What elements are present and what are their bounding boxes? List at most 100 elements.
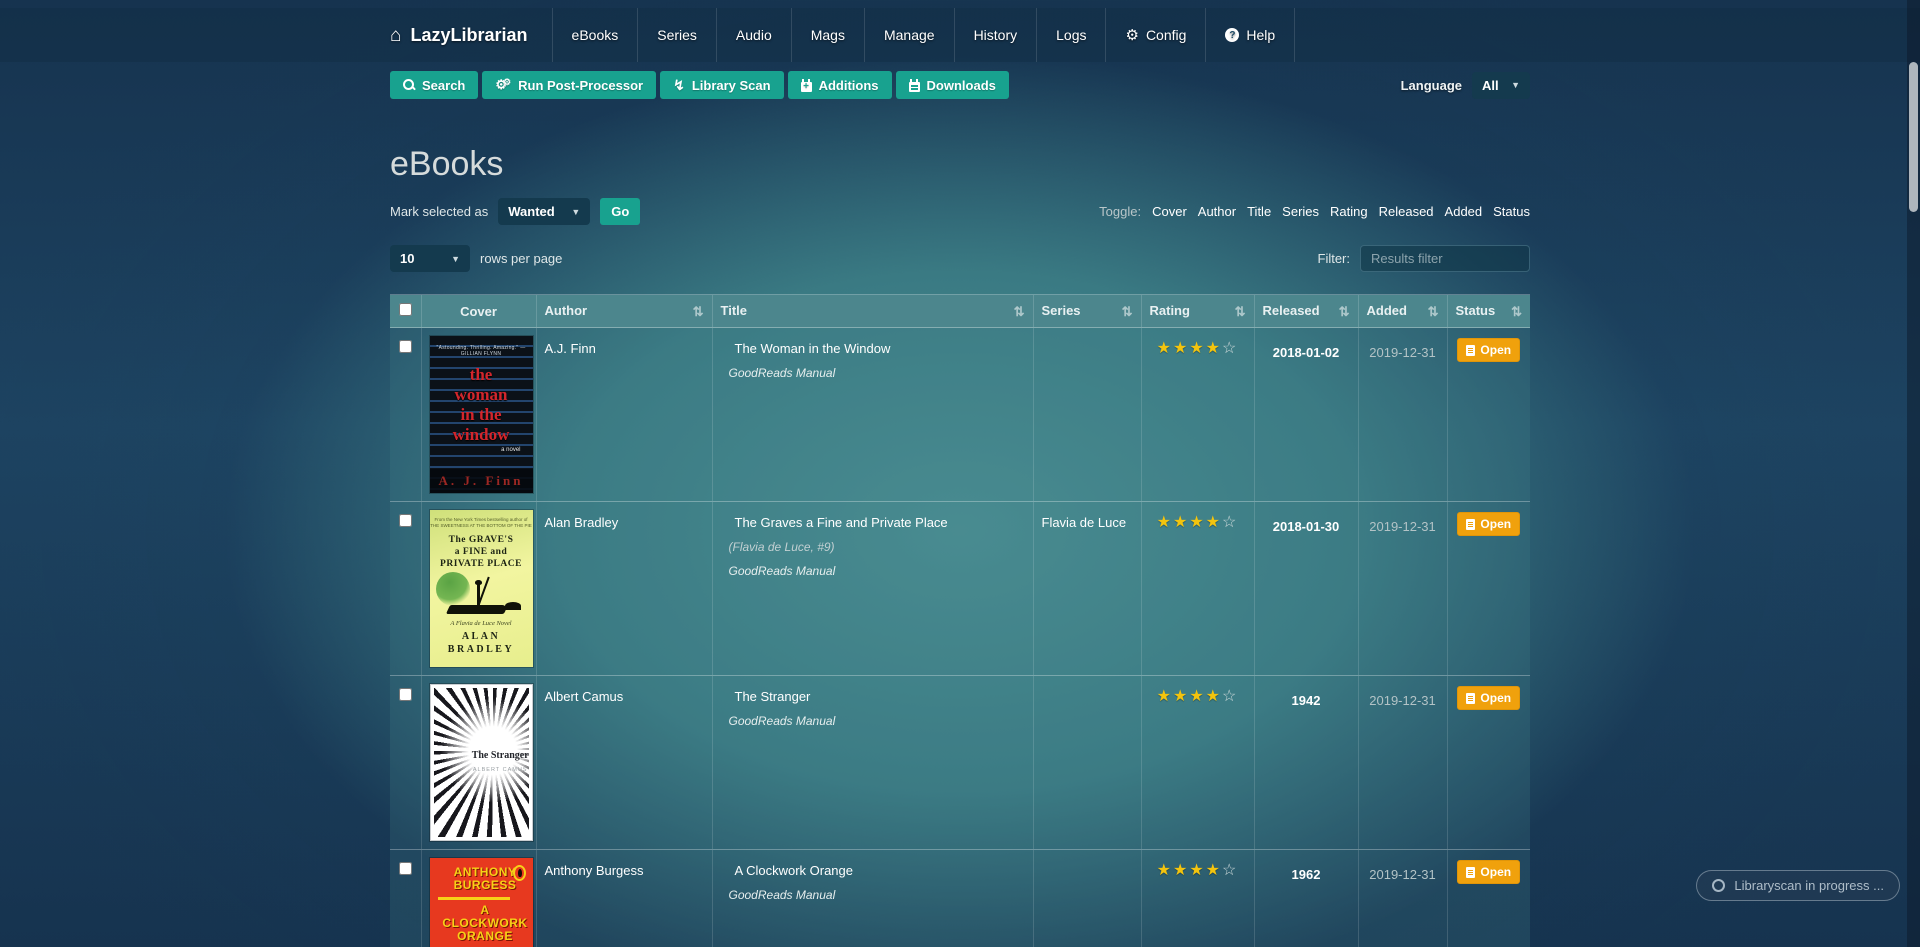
actions-row: Search ⚙⚙ Run Post-Processor ↯ Library S… [390,71,1530,99]
header-added[interactable]: Added ⇅ [1357,294,1447,328]
nav-item-series[interactable]: Series [637,8,716,62]
open-button[interactable]: Open [1457,512,1521,536]
select-all-checkbox[interactable] [398,303,412,316]
row-checkbox[interactable] [398,688,412,701]
nav-item-history[interactable]: History [953,8,1037,62]
cover-tagline: a novel [501,447,521,453]
downloads-button[interactable]: Downloads [895,71,1009,99]
search-button[interactable]: Search [390,71,479,99]
author-link[interactable]: Albert Camus [545,684,704,704]
series-link[interactable] [1042,858,1133,863]
open-button[interactable]: Open [1457,686,1521,710]
header-title[interactable]: Title ⇅ [711,294,1033,328]
sort-icon[interactable]: ⇅ [1235,304,1246,320]
open-button[interactable]: Open [1457,338,1521,362]
header-released[interactable]: Released ⇅ [1253,294,1358,328]
calendar-icon [908,78,920,92]
row-checkbox[interactable] [398,514,412,527]
nav-item-ebooks[interactable]: eBooks [551,8,638,62]
sort-icon[interactable]: ⇅ [1014,304,1025,320]
toggle-released[interactable]: Released [1379,204,1434,219]
released-date: 1942 [1291,693,1321,708]
header-series[interactable]: Series ⇅ [1032,294,1141,328]
results-filter-input[interactable] [1360,245,1530,272]
header-status[interactable]: Status ⇅ [1446,294,1530,328]
title-link[interactable]: The Woman in the Window [735,341,1025,356]
sort-icon[interactable]: ⇅ [1122,304,1133,320]
table-row: From the New York Times bestselling auth… [390,501,1530,676]
language-box: Language All ▼ [1401,71,1530,99]
mark-status-select[interactable]: Wanted ▼ [498,198,591,225]
title-link[interactable]: The Stranger [735,689,1025,704]
released-date: 1962 [1291,867,1321,882]
nav-label: Help [1246,27,1276,43]
home-icon: ⌂ [390,24,402,46]
gear-icon: ⚙ [1125,26,1139,44]
scrollbar[interactable] [1907,0,1920,947]
series-link[interactable] [1042,684,1133,689]
run-post-processor-button[interactable]: ⚙⚙ Run Post-Processor [482,71,657,99]
toggle-rating[interactable]: Rating [1330,204,1368,219]
chevron-down-icon: ▼ [571,206,581,217]
header-released-label: Released [1262,302,1320,318]
language-value: All [1482,77,1499,93]
toggle-series[interactable]: Series [1282,204,1319,219]
nav-item-manage[interactable]: Manage [863,8,954,62]
table-header-row: Cover Author ⇅ Title ⇅ Series ⇅ Rating ⇅ Rel… [390,294,1530,328]
header-rating[interactable]: Rating ⇅ [1140,294,1254,328]
nav-label: History [973,27,1018,43]
book-cover[interactable]: "Astounding. Thrilling. Amazing." —GILLI… [429,336,533,493]
title-link[interactable]: A Clockwork Orange [735,863,1025,878]
page-size-select[interactable]: 10 ▼ [390,245,470,272]
author-link[interactable]: A.J. Finn [545,336,704,356]
author-link[interactable]: Alan Bradley [545,510,704,530]
toggle-author[interactable]: Author [1198,204,1236,219]
downloads-label: Downloads [926,77,996,93]
go-button[interactable]: Go [600,198,641,225]
header-author[interactable]: Author ⇅ [535,294,712,328]
nav-item-mags[interactable]: Mags [790,8,864,62]
toggle-status[interactable]: Status [1493,204,1530,219]
series-link[interactable]: Flavia de Luce [1042,510,1133,530]
cover-quote: THE SWEETNESS AT THE BOTTOM OF THE PIE [430,523,532,528]
nav-item-logs[interactable]: Logs [1036,8,1105,62]
table-row: The Stranger ALBERT CAMUS Albert Camus T… [390,675,1530,850]
title-link[interactable]: The Graves a Fine and Private Place [735,515,1025,530]
language-select[interactable]: All ▼ [1472,71,1530,99]
header-title-label: Title [720,302,748,318]
toggle-added[interactable]: Added [1445,204,1483,219]
added-date: 2019-12-31 [1369,519,1436,534]
sort-icon[interactable]: ⇅ [693,304,704,320]
sort-icon[interactable]: ⇅ [1428,304,1439,320]
book-cover[interactable]: ANTHONY BURGESS A CLOCKWORK ORANGE [429,858,533,947]
nav-label: Config [1145,27,1187,43]
series-link[interactable] [1042,336,1133,341]
mark-row: Mark selected as Wanted ▼ Go Toggle: Cov… [390,198,1530,225]
scrollbar-thumb[interactable] [1909,62,1918,212]
toggle-title[interactable]: Title [1247,204,1271,219]
additions-button[interactable]: Additions [787,71,892,99]
cover-title-line: window [452,425,510,444]
library-scan-button[interactable]: ↯ Library Scan [660,71,784,99]
added-date: 2019-12-31 [1369,867,1436,882]
additions-label: Additions [818,77,879,93]
book-cover[interactable]: From the New York Times bestselling auth… [429,510,533,667]
calendar-plus-icon [800,78,812,92]
brand-home-link[interactable]: ⌂ LazyLibrarian [390,8,552,62]
sort-icon[interactable]: ⇅ [1339,304,1350,320]
header-cover[interactable]: Cover [420,294,536,328]
nav-item-config[interactable]: ⚙ Config [1105,8,1205,62]
toggle-cover[interactable]: Cover [1152,204,1187,219]
book-cover[interactable]: The Stranger ALBERT CAMUS [429,684,533,841]
sort-icon[interactable]: ⇅ [1511,304,1522,320]
open-button[interactable]: Open [1457,860,1521,884]
nav-item-help[interactable]: ? Help [1205,8,1296,62]
released-date: 2018-01-30 [1272,519,1340,534]
cover-title-line: ORANGE [457,929,513,943]
cover-author: A. J. Finn [429,469,533,493]
author-link[interactable]: Anthony Burgess [545,858,704,878]
nav-item-audio[interactable]: Audio [715,8,791,62]
row-checkbox[interactable] [398,340,412,353]
row-checkbox[interactable] [398,862,412,875]
header-added-label: Added [1366,302,1407,318]
